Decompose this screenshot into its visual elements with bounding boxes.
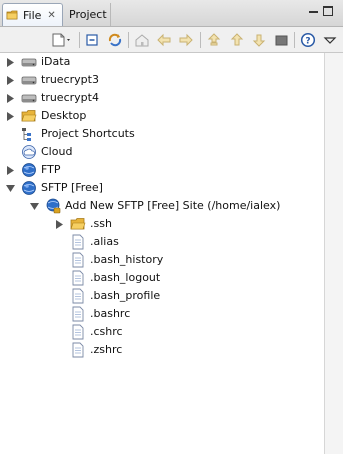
stop-icon[interactable] (272, 31, 290, 49)
expand-arrow-icon[interactable] (6, 93, 15, 103)
tree-item-bashrc[interactable]: .bashrc (70, 305, 130, 323)
folder-icon (21, 110, 37, 122)
tab-bar: File ✕ Project (0, 0, 343, 27)
expand-arrow-icon[interactable] (55, 219, 64, 229)
file-tree: iData truecrypt3 truecrypt4 Desktop Proj… (0, 53, 324, 454)
tree-item-truecrypt3[interactable]: truecrypt3 (6, 71, 99, 89)
tree-item-ftp[interactable]: FTP (6, 161, 61, 179)
folder-icon (70, 218, 86, 230)
download-icon[interactable] (250, 31, 268, 49)
tree-item-cshrc[interactable]: .cshrc (70, 323, 123, 341)
file-icon (72, 270, 84, 286)
tree-item-add-new-sftp-site[interactable]: Add New SFTP [Free] Site (/home/ialex) (30, 197, 280, 215)
file-icon (72, 324, 84, 340)
globe-icon (22, 163, 36, 177)
expand-arrow-icon[interactable] (6, 111, 15, 121)
tree-item-desktop[interactable]: Desktop (6, 107, 86, 125)
close-icon[interactable]: ✕ (47, 10, 55, 21)
tree-item-project-shortcuts[interactable]: Project Shortcuts (21, 125, 135, 143)
tree-item-label: truecrypt4 (41, 91, 99, 104)
tab-project[interactable]: Project (66, 3, 111, 26)
tree-item-label: .bash_history (90, 253, 164, 266)
shortcuts-icon (22, 128, 31, 141)
tree-item-bash-profile[interactable]: .bash_profile (70, 287, 160, 305)
globe-icon (22, 181, 36, 195)
tree-item-label: Desktop (41, 109, 87, 122)
tree-item-label: .ssh (90, 217, 112, 230)
file-icon (72, 288, 84, 304)
sync-icon[interactable] (106, 31, 124, 49)
disk-icon (21, 76, 37, 85)
tree-item-label: .zshrc (90, 343, 123, 356)
maximize-icon[interactable] (323, 6, 333, 16)
home-icon[interactable] (133, 31, 151, 49)
tree-item-ssh[interactable]: .ssh (55, 215, 112, 233)
tree-item-label: Add New SFTP [Free] Site (/home/ialex) (65, 199, 281, 212)
expand-arrow-icon[interactable] (6, 165, 15, 175)
file-icon (72, 252, 84, 268)
tree-item-bash-history[interactable]: .bash_history (70, 251, 163, 269)
tree-item-label: .cshrc (90, 325, 123, 338)
tree-item-zshrc[interactable]: .zshrc (70, 341, 122, 359)
tree-item-idata[interactable]: iData (6, 53, 70, 71)
file-icon (72, 306, 84, 322)
collapse-arrow-icon[interactable] (6, 184, 15, 193)
tab-file[interactable]: File ✕ (2, 3, 63, 26)
help-icon[interactable]: ? (299, 31, 317, 49)
tree-item-label: iData (41, 55, 71, 68)
svg-text:?: ? (305, 37, 310, 47)
tree-item-label: .alias (90, 235, 119, 248)
minimize-icon[interactable] (309, 11, 318, 13)
new-menu-icon[interactable] (50, 31, 74, 49)
file-icon (72, 234, 84, 250)
globe-add-icon (46, 198, 61, 214)
tree-item-truecrypt4[interactable]: truecrypt4 (6, 89, 99, 107)
up-folder-icon[interactable] (205, 31, 223, 49)
tree-item-label: .bashrc (90, 307, 131, 320)
collapse-arrow-icon[interactable] (30, 202, 39, 211)
tree-item-alias[interactable]: .alias (70, 233, 119, 251)
back-icon[interactable] (155, 31, 173, 49)
tree-item-label: .bash_profile (90, 289, 161, 302)
tree-item-label: SFTP [Free] (41, 181, 103, 194)
toolbar: ? (0, 27, 343, 53)
tree-item-label: Project Shortcuts (41, 127, 135, 140)
tree-item-cloud[interactable]: Cloud (21, 143, 72, 161)
disk-icon (21, 94, 37, 103)
collapse-all-icon[interactable] (83, 31, 101, 49)
expand-arrow-icon[interactable] (6, 57, 15, 67)
cloud-icon (22, 145, 36, 159)
tab-project-label: Project (69, 8, 107, 21)
upload-icon[interactable] (228, 31, 246, 49)
tab-file-label: File (23, 8, 42, 22)
vertical-scrollbar[interactable] (324, 53, 343, 454)
forward-icon[interactable] (177, 31, 195, 49)
tree-item-label: truecrypt3 (41, 73, 99, 86)
tree-item-label: .bash_logout (90, 271, 161, 284)
folder-tree-icon (6, 10, 18, 20)
tree-item-sftp-free[interactable]: SFTP [Free] (6, 179, 103, 197)
view-menu-icon[interactable] (321, 31, 339, 49)
tree-item-bash-logout[interactable]: .bash_logout (70, 269, 160, 287)
expand-arrow-icon[interactable] (6, 75, 15, 85)
file-icon (72, 342, 84, 358)
tree-item-label: Cloud (41, 145, 73, 158)
tree-item-label: FTP (41, 163, 61, 176)
disk-icon (21, 58, 37, 67)
